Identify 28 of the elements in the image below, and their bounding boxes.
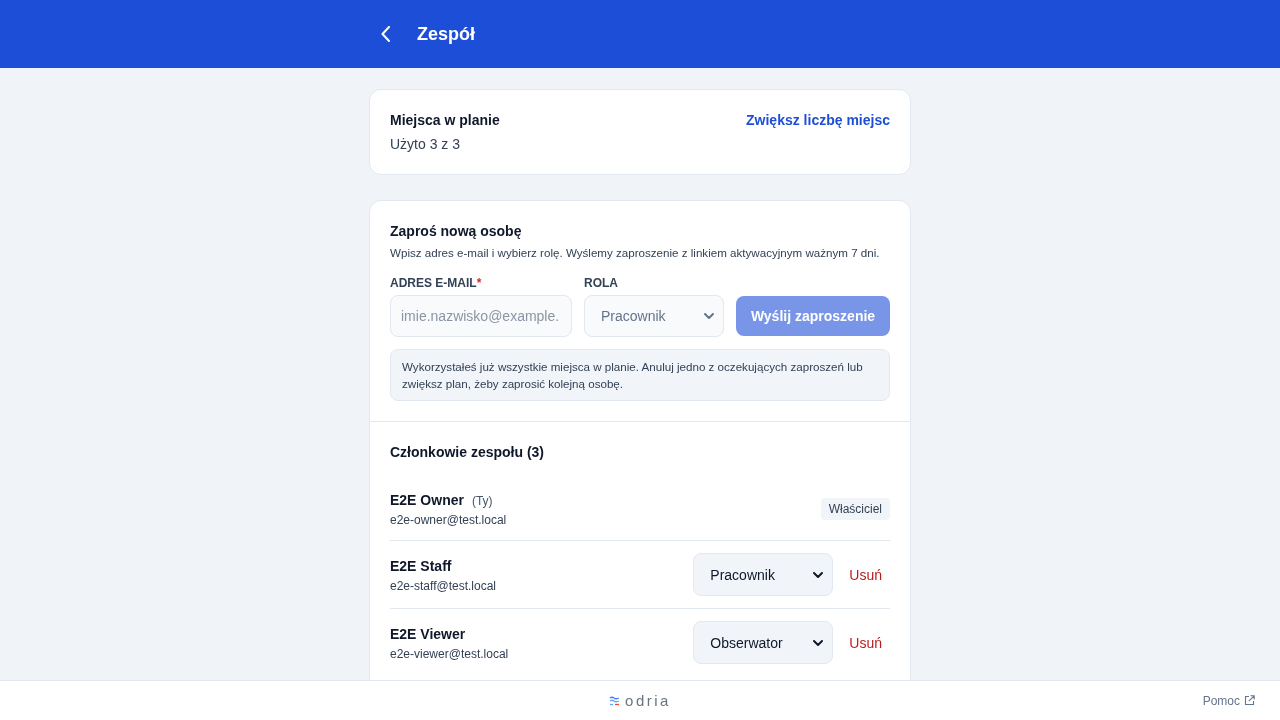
upgrade-link[interactable]: Zwiększ liczbę miejsc — [746, 110, 890, 130]
invite-description: Wpisz adres e-mail i wybierz rolę. Wyślemy zaproszenie z linkiem aktywacyjnym ważnym 7 dni. — [390, 245, 881, 261]
plan-title: Miejsca w planie — [390, 111, 500, 130]
member-email: e2e-staff@test.local — [390, 577, 496, 594]
remove-link[interactable]: Usuń — [849, 566, 882, 583]
remove-link[interactable]: Usuń — [849, 634, 882, 651]
invite-title: Zaproś nową osobę — [390, 222, 523, 241]
role-select[interactable]: Pracownik — [693, 553, 834, 596]
member-name: E2E Owner — [390, 491, 464, 510]
role-tag: Właściciel — [820, 498, 890, 520]
logo-icon — [609, 695, 621, 706]
member-name: E2E Staff — [390, 556, 452, 576]
external-link-icon — [1244, 695, 1255, 706]
chevron-left-icon — [381, 26, 391, 42]
chevron-down-icon — [703, 310, 715, 322]
member-email: e2e-viewer@test.local — [390, 645, 509, 662]
you-label: (Ty) — [471, 494, 493, 508]
member-name: E2E Viewer — [390, 624, 466, 644]
email-label: ADRES E-MAIL* — [390, 275, 483, 291]
help-link[interactable]: Pomoc — [1202, 693, 1255, 708]
logo-text: odria — [625, 692, 671, 709]
role-label: ROLA — [584, 275, 619, 291]
seats-notice: Wykorzystałeś już wszystkie miejsca w planie. Anuluj jedno z oczekujących zaproszeń lub zwiększ plan, żeby zaprosić kolejną osobę. — [390, 349, 890, 401]
member-email: e2e-owner@test.local — [390, 512, 507, 528]
role-select[interactable]: Obserwator — [693, 621, 834, 664]
members-title: Członkowie zespołu (3) — [390, 443, 545, 462]
page-title: Zespół — [417, 23, 475, 45]
seats-usage: Użyto 3 z 3 — [390, 135, 462, 154]
